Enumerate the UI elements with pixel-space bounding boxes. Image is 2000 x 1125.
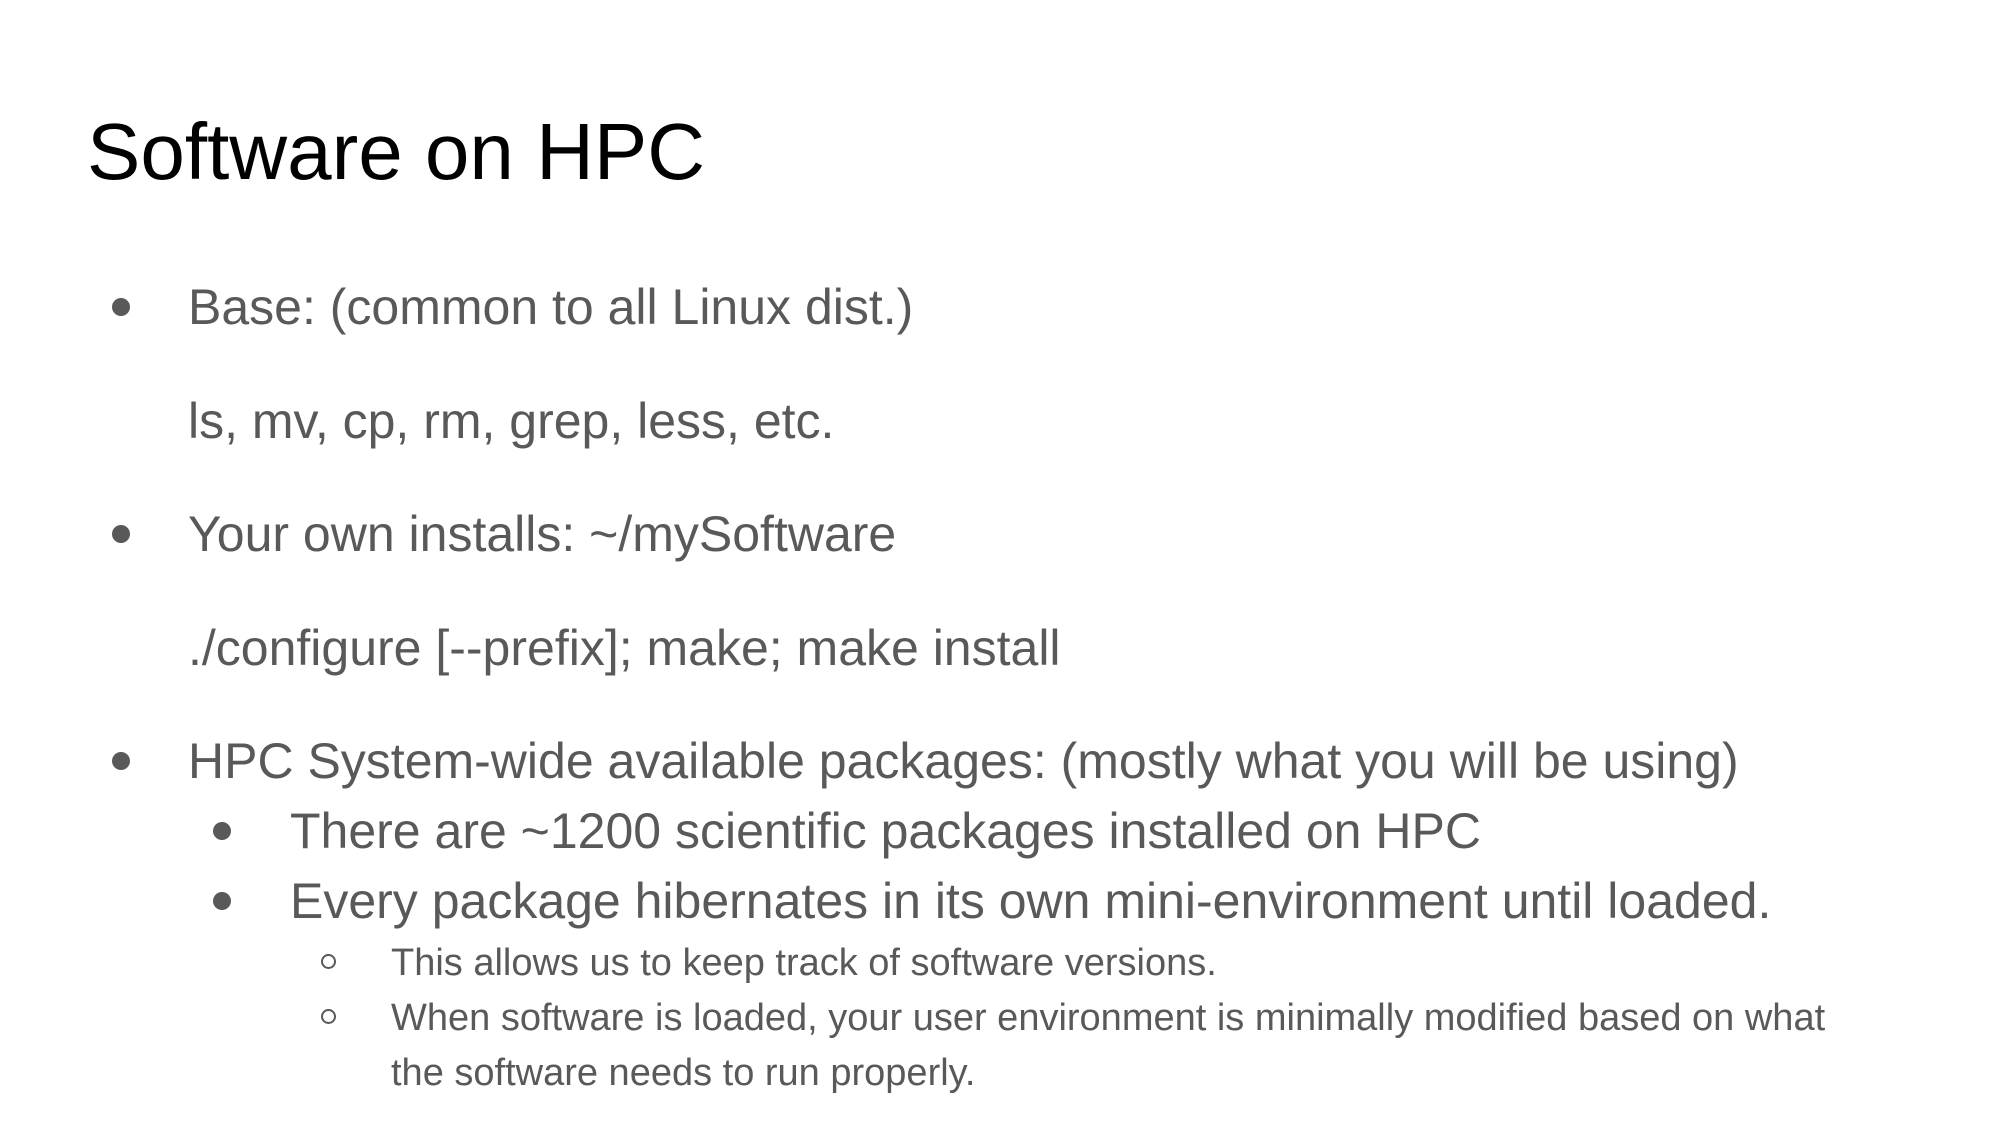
list-item-base: Base: (common to all Linux dist.): [188, 279, 914, 335]
sub-sub-item-environment-continued: the software needs to run properly.: [391, 1052, 976, 1094]
sub-sub-item-versions: This allows us to keep track of software…: [391, 942, 1217, 984]
list-item-base-commands: ls, mv, cp, rm, grep, less, etc.: [188, 393, 835, 449]
bullet-icon: [112, 525, 130, 543]
bullet-icon: [112, 752, 130, 770]
hollow-bullet-icon: [321, 954, 336, 969]
list-item-system-packages: HPC System-wide available packages: (mos…: [188, 733, 1739, 789]
bullet-icon: [213, 822, 231, 840]
bullet-icon: [112, 298, 130, 316]
list-item-install-commands: ./configure [--prefix]; make; make insta…: [188, 620, 1061, 676]
sub-sub-item-environment: When software is loaded, your user envir…: [391, 997, 1826, 1039]
bullet-icon: [213, 892, 231, 910]
sub-item-hibernation: Every package hibernates in its own mini…: [290, 873, 1772, 929]
slide: Software on HPC Base: (common to all Lin…: [0, 0, 2000, 1125]
slide-title: Software on HPC: [87, 107, 706, 196]
hollow-bullet-icon: [321, 1009, 336, 1024]
list-item-own-installs: Your own installs: ~/mySoftware: [188, 506, 897, 562]
sub-item-package-count: There are ~1200 scientific packages inst…: [290, 803, 1481, 859]
